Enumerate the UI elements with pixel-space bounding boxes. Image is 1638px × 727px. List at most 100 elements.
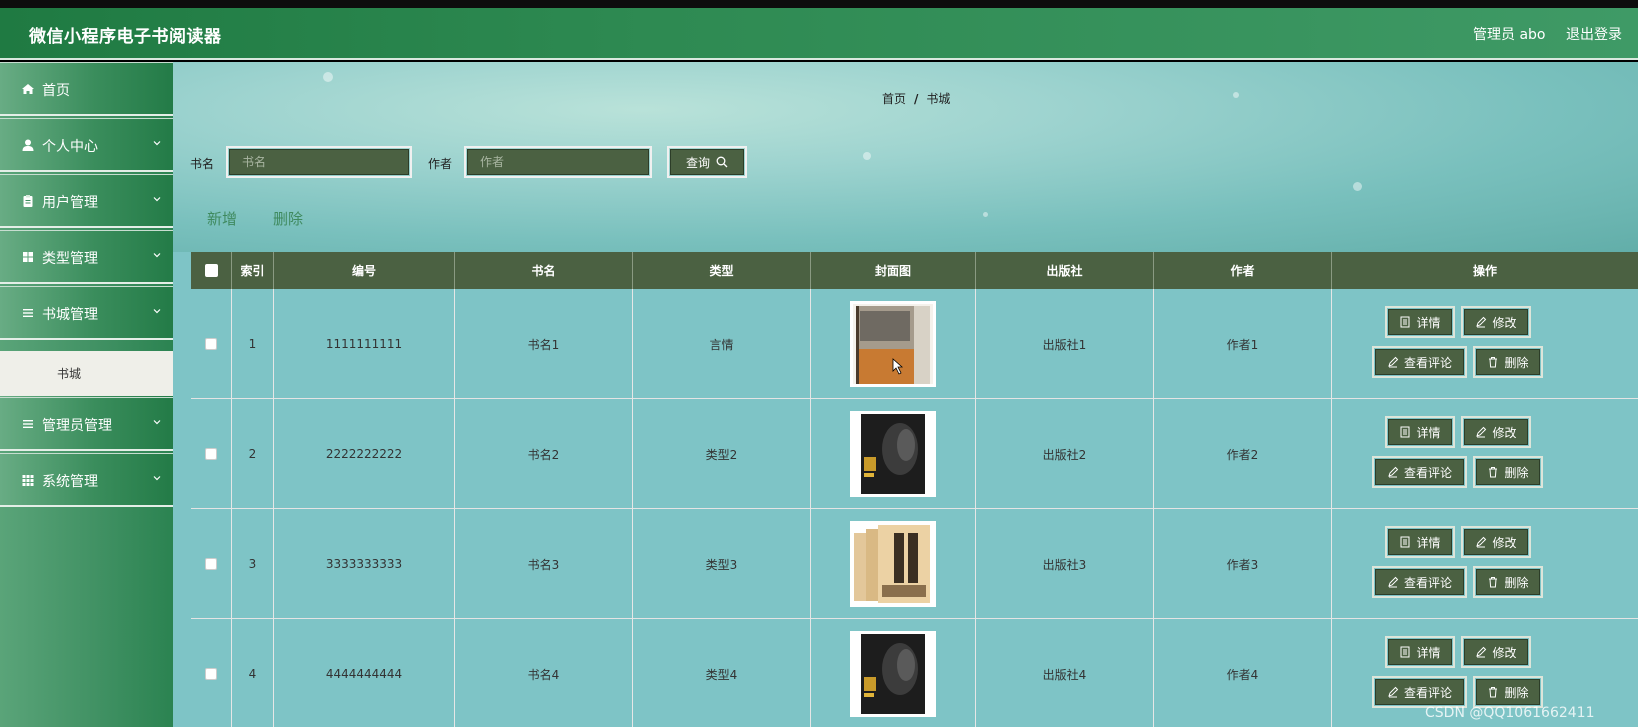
- delete-button[interactable]: 删除: [1473, 566, 1543, 598]
- edit-button[interactable]: 修改: [1461, 416, 1531, 448]
- edit-button-label: 修改: [1492, 425, 1517, 440]
- book-cover-image[interactable]: [850, 521, 936, 607]
- sidebar-subitem-bookstore[interactable]: 书城: [0, 351, 173, 396]
- sidebar-item-bookstore-management[interactable]: 书城管理: [0, 286, 173, 340]
- detail-button-label: 详情: [1416, 645, 1441, 660]
- grid-icon: [23, 252, 33, 262]
- cell-cover: [811, 289, 976, 399]
- add-button[interactable]: 新增: [207, 208, 237, 229]
- table-row: 4 4444444444 书名4 类型4 出版社4 作者4 详情 修改 查看评论…: [191, 619, 1638, 727]
- cell-index: 1: [232, 289, 274, 399]
- sidebar-item-type-management[interactable]: 类型管理: [0, 230, 173, 284]
- edit-button-label: 修改: [1492, 315, 1517, 330]
- edit-button-label: 修改: [1492, 645, 1517, 660]
- batch-delete-button[interactable]: 删除: [273, 208, 303, 229]
- view-comments-button[interactable]: 查看评论: [1372, 566, 1467, 598]
- current-user: 管理员 abo: [1473, 27, 1546, 43]
- select-all-cell: [191, 252, 232, 289]
- cell-book-name: 书名2: [455, 399, 633, 509]
- detail-button[interactable]: 详情: [1385, 306, 1455, 338]
- view-comments-button-label: 查看评论: [1403, 465, 1452, 480]
- book-name-field: [226, 146, 412, 178]
- sidebar-item-personal-center[interactable]: 个人中心: [0, 118, 173, 172]
- pencil-icon: [1388, 356, 1399, 368]
- cell-author: 作者1: [1154, 289, 1332, 399]
- row-select-cell: [191, 619, 232, 727]
- trash-icon: [1489, 687, 1498, 698]
- cell-publisher: 出版社2: [976, 399, 1154, 509]
- sidebar-item-label: 书城管理: [42, 307, 98, 323]
- sidebar-item-label: 类型管理: [42, 251, 98, 267]
- app-title: 微信小程序电子书阅读器: [29, 27, 222, 47]
- cell-cover: [811, 509, 976, 619]
- sidebar-item-label: 用户管理: [42, 195, 98, 211]
- cell-index: 3: [232, 509, 274, 619]
- view-comments-button[interactable]: 查看评论: [1372, 676, 1467, 708]
- cell-code: 1111111111: [274, 289, 455, 399]
- detail-button-label: 详情: [1416, 425, 1441, 440]
- book-cover-image[interactable]: [850, 301, 936, 387]
- header: 微信小程序电子书阅读器 管理员 abo 退出登录: [0, 8, 1638, 60]
- detail-button[interactable]: 详情: [1385, 416, 1455, 448]
- pencil-icon: [1476, 316, 1487, 328]
- book-name-input[interactable]: [229, 149, 409, 175]
- banner-dot: [1353, 182, 1362, 191]
- search-icon: [716, 156, 728, 168]
- cell-author: 作者3: [1154, 509, 1332, 619]
- row-select-cell: [191, 399, 232, 509]
- header-code: 编号: [274, 252, 455, 289]
- detail-button[interactable]: 详情: [1385, 526, 1455, 558]
- header-cover: 封面图: [811, 252, 976, 289]
- edit-button[interactable]: 修改: [1461, 636, 1531, 668]
- document-icon: [1400, 426, 1410, 438]
- delete-button-label: 删除: [1504, 685, 1529, 700]
- pencil-icon: [1476, 536, 1487, 548]
- user-icon: [22, 139, 34, 151]
- sidebar-item-home[interactable]: 首页: [0, 62, 173, 116]
- document-icon: [1400, 316, 1410, 328]
- sidebar-item-admin-management[interactable]: 管理员管理: [0, 397, 173, 451]
- row-checkbox[interactable]: [205, 668, 217, 680]
- delete-button[interactable]: 删除: [1473, 456, 1543, 488]
- cell-type: 类型3: [633, 509, 811, 619]
- author-label: 作者: [428, 157, 453, 171]
- detail-button[interactable]: 详情: [1385, 636, 1455, 668]
- row-checkbox[interactable]: [205, 448, 217, 460]
- breadcrumb-home[interactable]: 首页: [882, 92, 906, 106]
- select-all-checkbox[interactable]: [204, 264, 218, 277]
- list-icon: [23, 309, 33, 317]
- apps-icon: [22, 475, 34, 486]
- row-checkbox[interactable]: [205, 338, 217, 350]
- sidebar-subitem-label: 书城: [57, 367, 82, 381]
- sidebar-item-system-management[interactable]: 系统管理: [0, 453, 173, 507]
- author-field: [464, 146, 652, 178]
- view-comments-button-label: 查看评论: [1403, 575, 1452, 590]
- cell-book-name: 书名3: [455, 509, 633, 619]
- header-author: 作者: [1154, 252, 1332, 289]
- edit-button[interactable]: 修改: [1461, 526, 1531, 558]
- table-header: 索引 编号 书名 类型 封面图 出版社 作者 操作: [191, 252, 1638, 289]
- book-cover-image[interactable]: [850, 411, 936, 497]
- view-comments-button[interactable]: 查看评论: [1372, 456, 1467, 488]
- delete-button[interactable]: 删除: [1473, 346, 1543, 378]
- sidebar: 首页 个人中心 用户管理 类型管理 书城管理 书城 管理员管理 系统管理: [0, 62, 173, 727]
- header-type: 类型: [633, 252, 811, 289]
- delete-button-label: 删除: [1504, 355, 1529, 370]
- sidebar-item-label: 管理员管理: [42, 418, 112, 434]
- logout-link[interactable]: 退出登录: [1566, 24, 1622, 44]
- cell-code: 3333333333: [274, 509, 455, 619]
- sidebar-item-user-management[interactable]: 用户管理: [0, 174, 173, 228]
- delete-button[interactable]: 删除: [1473, 676, 1543, 708]
- author-input[interactable]: [467, 149, 649, 175]
- trash-icon: [1489, 467, 1498, 478]
- view-comments-button[interactable]: 查看评论: [1372, 346, 1467, 378]
- cell-type: 类型2: [633, 399, 811, 509]
- top-strip: [0, 0, 1638, 8]
- edit-button[interactable]: 修改: [1461, 306, 1531, 338]
- table-row: 2 2222222222 书名2 类型2 出版社2 作者2 详情 修改 查看评论…: [191, 399, 1638, 509]
- query-button[interactable]: 查询: [667, 146, 747, 178]
- book-cover-image[interactable]: [850, 631, 936, 717]
- breadcrumb-current: 书城: [926, 92, 951, 106]
- row-checkbox[interactable]: [205, 558, 217, 570]
- pencil-icon: [1388, 576, 1399, 588]
